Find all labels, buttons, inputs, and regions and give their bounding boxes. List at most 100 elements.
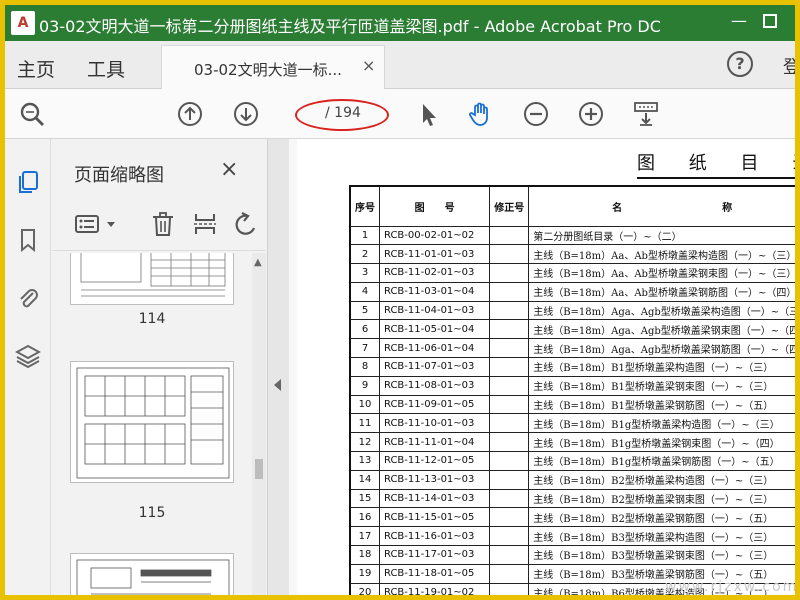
table-row: 5 RCB-11-04-01~03 主线（B=18m）Aga、Agb型桥墩盖梁构造图…	[349, 300, 795, 321]
table-cell: RCB-11-09-01~05	[378, 394, 491, 415]
thumbnail-scrollbar[interactable]: ▲	[252, 253, 266, 595]
thumbnail-page-114[interactable]	[70, 253, 234, 305]
menu-tools[interactable]: 工具	[87, 55, 125, 82]
table-row: 14 RCB-11-13-01~03 主线（B=18m）B2型桥墩盖梁构造图（一）~…	[349, 469, 795, 490]
minimize-button[interactable]: —	[727, 11, 751, 35]
table-cell	[489, 319, 530, 340]
table-cell	[489, 507, 530, 528]
table-cell: 19	[349, 563, 380, 584]
menu-home[interactable]: 主页	[17, 55, 55, 82]
column-header: 修正号	[489, 185, 530, 227]
minus-circle-icon[interactable]	[523, 101, 549, 127]
table-cell: 7	[349, 338, 380, 359]
table-cell: 20	[349, 582, 380, 595]
sign-in-link[interactable]: 登	[783, 53, 795, 79]
thumbnail-page-116[interactable]	[70, 553, 234, 595]
table-cell	[489, 451, 530, 471]
table-cell: RCB-11-01-01~03	[378, 244, 491, 265]
table-cell: 18	[349, 545, 380, 565]
bookmark-icon[interactable]	[15, 227, 41, 253]
table-cell: RCB-11-03-01~04	[378, 281, 491, 302]
help-icon[interactable]: ?	[727, 51, 753, 77]
table-row: 6 RCB-11-05-01~04 主线（B=18m）Aga、Agb型桥墩盖梁钢束图…	[349, 319, 795, 340]
thumbnail-page-115[interactable]	[70, 361, 234, 483]
table-cell: RCB-11-02-01~03	[378, 263, 491, 283]
rotate-icon[interactable]	[232, 211, 258, 237]
watermark: www.rjzxw.com	[665, 579, 795, 595]
document-heading: 图 纸 目 录	[637, 149, 795, 179]
maximize-button[interactable]	[763, 14, 777, 28]
table-cell: RCB-11-05-01~04	[378, 319, 491, 340]
table-cell: RCB-11-15-01~05	[378, 507, 491, 528]
plus-circle-icon[interactable]	[578, 101, 604, 127]
table-cell: 4	[349, 281, 380, 302]
table-cell: 8	[349, 357, 380, 377]
table-cell: RCB-11-14-01~03	[378, 488, 491, 509]
table-cell: RCB-11-10-01~03	[378, 413, 491, 434]
collapse-arrow-icon[interactable]	[274, 379, 281, 391]
caret-down-icon[interactable]	[106, 211, 116, 237]
thumbnail-drawing	[80, 253, 226, 297]
cursor-arrow-icon[interactable]	[415, 101, 441, 127]
table-row: 15 RCB-11-14-01~03 主线（B=18m）B2型桥墩盖梁钢束图（一）~…	[349, 488, 795, 509]
table-cell: 6	[349, 319, 380, 340]
table-cell: 主线（B=18m）Aga、Agb型桥墩盖梁钢筋图（一）~（四）	[528, 338, 795, 359]
arrow-down-circle-icon[interactable]	[233, 101, 259, 127]
table-cell	[489, 300, 530, 321]
table-cell	[489, 375, 530, 396]
panel-close-icon[interactable]: ×	[220, 157, 238, 182]
table-row: 17 RCB-11-16-01~03 主线（B=18m）B3型桥墩盖梁构造图（一）~…	[349, 526, 795, 547]
column-header: 图 号	[378, 185, 491, 227]
table-cell	[489, 432, 530, 453]
table-cell	[489, 582, 530, 595]
scroll-up-icon[interactable]: ▲	[254, 257, 262, 268]
pages-icon[interactable]	[15, 169, 41, 195]
table-cell: RCB-11-12-01~05	[378, 451, 491, 471]
options-list-icon[interactable]	[74, 211, 100, 237]
table-cell	[489, 545, 530, 565]
document-tab[interactable]: 03-02文明大道一标... ×	[161, 45, 385, 89]
navigation-rail	[5, 139, 51, 595]
hand-icon[interactable]	[468, 101, 494, 127]
table-cell: 主线（B=18m）B1型桥墩盖梁钢筋图（一）~（五）	[528, 394, 795, 415]
table-cell: 主线（B=18m）B1g型桥墩盖梁钢束图（一）~（四）	[528, 432, 795, 453]
table-cell: RCB-11-11-01~04	[378, 432, 491, 453]
magnifier-icon[interactable]	[19, 101, 45, 127]
arrow-up-circle-icon[interactable]	[177, 101, 203, 127]
scrollbar-thumb[interactable]	[255, 459, 263, 479]
acrobat-window: A 03-02文明大道一标第二分册图纸主线及平行匝道盖梁图.pdf - Adob…	[5, 5, 795, 595]
table-row: 10 RCB-11-09-01~05 主线（B=18m）B1型桥墩盖梁钢筋图（一）~…	[349, 394, 795, 415]
table-cell	[489, 338, 530, 359]
table-cell: 主线（B=18m）Aa、Ab型桥墩盖梁钢筋图（一）~（四）	[528, 281, 795, 302]
table-cell: 14	[349, 469, 380, 490]
trash-icon[interactable]	[150, 211, 176, 237]
tab-close-icon[interactable]: ×	[362, 56, 375, 75]
table-row: 13 RCB-11-12-01~05 主线（B=18m）B1g型桥墩盖梁钢筋图（一）…	[349, 451, 795, 471]
panel-collapse-strip[interactable]	[267, 139, 289, 595]
table-cell: 11	[349, 413, 380, 434]
table-header: 序号图 号修正号名 称	[349, 185, 795, 227]
table-row: 2 RCB-11-01-01~03 主线（B=18m）Aa、Ab型桥墩盖梁构造图（一…	[349, 244, 795, 265]
table-cell: 13	[349, 451, 380, 471]
paperclip-icon[interactable]	[15, 285, 41, 311]
table-cell: 17	[349, 526, 380, 547]
thumbnail-drawing	[76, 559, 230, 595]
layers-icon[interactable]	[15, 343, 41, 369]
table-cell: RCB-11-13-01~03	[378, 469, 491, 490]
extract-pages-icon[interactable]	[192, 211, 218, 237]
thumbnail-list[interactable]: 114 115	[52, 253, 252, 595]
table-cell: RCB-11-04-01~03	[378, 300, 491, 321]
table-cell: 16	[349, 507, 380, 528]
toolbar: / 194	[5, 89, 795, 139]
table-cell: RCB-11-16-01~03	[378, 526, 491, 547]
table-row: 16 RCB-11-15-01~05 主线（B=18m）B2型桥墩盖梁钢筋图（一）~…	[349, 507, 795, 528]
table-cell: RCB-11-06-01~04	[378, 338, 491, 359]
table-cell: 5	[349, 300, 380, 321]
table-row: 3 RCB-11-02-01~03 主线（B=18m）Aa、Ab型桥墩盖梁钢束图（一…	[349, 263, 795, 283]
thumbnail-drawing	[76, 367, 230, 479]
marquee-zoom-icon[interactable]	[633, 101, 659, 127]
table-cell: 主线（B=18m）B1型桥墩盖梁构造图（一）~（三）	[528, 357, 795, 377]
table-cell	[489, 263, 530, 283]
title-bar: A 03-02文明大道一标第二分册图纸主线及平行匝道盖梁图.pdf - Adob…	[5, 5, 795, 41]
document-view[interactable]: 图 纸 目 录 序号图 号修正号名 称 1RCB-00-02-01~02 第二分册…	[289, 139, 795, 595]
